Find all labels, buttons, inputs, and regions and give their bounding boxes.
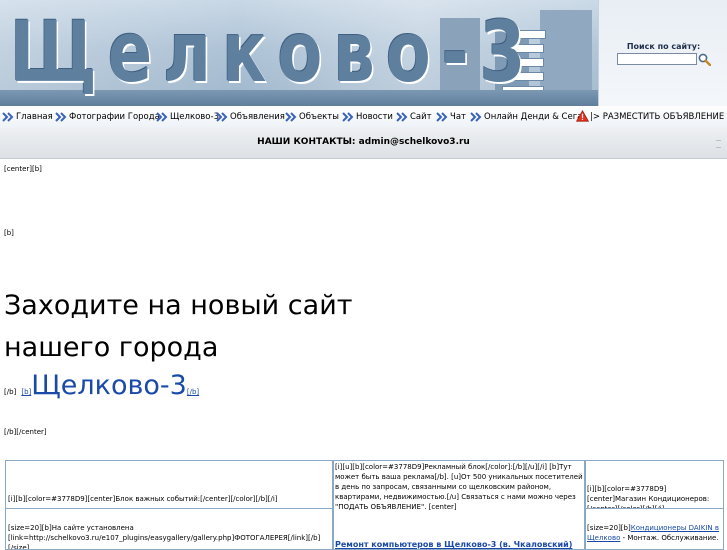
magnifier-icon[interactable] bbox=[698, 53, 711, 66]
headline-line-1: Заходите на новый сайт bbox=[4, 290, 353, 321]
bbcode-tag: [/b] bbox=[4, 388, 17, 396]
nav-item-schelkovo3[interactable]: Щелково-3 bbox=[170, 111, 219, 123]
block-title: [i][b][color=#3778D9][center]Блок важных… bbox=[8, 495, 278, 503]
search-label: Поиск по сайту: bbox=[626, 42, 701, 51]
site-banner[interactable]: Щелково-3 bbox=[0, 0, 598, 106]
nav-item-city-photos[interactable]: Фотографии Города bbox=[69, 111, 160, 123]
bbcode-tag-link[interactable]: [/b] bbox=[187, 388, 199, 396]
search-input[interactable] bbox=[617, 53, 697, 65]
search-panel: Поиск по сайту: bbox=[598, 0, 727, 106]
city-link-row: [/b] [b]Щелково-3[/b] bbox=[4, 370, 199, 402]
bbcode-tag-link[interactable]: [b] bbox=[21, 388, 31, 396]
important-events-block: [i][b][color=#3778D9][center]Блок важных… bbox=[5, 460, 333, 509]
double-chevron-right-icon bbox=[342, 112, 354, 122]
block-title: [i][b][color=#3778D9][center]Магазин Кон… bbox=[587, 485, 710, 509]
gallery-text[interactable]: [size=20][b]На сайте установлена [link=h… bbox=[8, 523, 330, 549]
contacts-text: НАШИ КОНТАКТЫ: admin@schelkovo3.ru bbox=[257, 137, 470, 147]
nav-item-news[interactable]: Новости bbox=[356, 111, 393, 123]
bbcode-tag: [/b][/center] bbox=[4, 428, 47, 436]
nav-item-objects[interactable]: Объекты bbox=[299, 111, 339, 123]
main-nav: Главная Фотографии Города Щелково-3 Объя… bbox=[0, 106, 727, 129]
ad-text: [i][u][b][color=#3778D9]Рекламный блок[/… bbox=[335, 463, 583, 511]
contacts-bar: НАШИ КОНТАКТЫ: admin@schelkovo3.ru bbox=[0, 128, 727, 159]
double-chevron-right-icon bbox=[55, 112, 67, 122]
bbcode-tag: [b] bbox=[4, 229, 14, 237]
new-site-link[interactable]: Щелково-3 bbox=[31, 370, 187, 401]
double-chevron-right-icon bbox=[216, 112, 228, 122]
bbcode-tag: [center][b] bbox=[4, 165, 42, 173]
nav-item-online-games[interactable]: Онлайн Денди & Сега bbox=[484, 111, 582, 123]
header: Щелково-3 Поиск по сайту: bbox=[0, 0, 727, 106]
banner-title: Щелково-3 bbox=[10, 3, 537, 101]
computer-repair-link[interactable]: Ремонт компьютеров в Щелково-3 (в. Чкало… bbox=[335, 540, 583, 549]
double-chevron-right-icon bbox=[156, 112, 168, 122]
grip-icon bbox=[716, 140, 721, 148]
bbcode-tag: [size=20][b] bbox=[587, 524, 631, 532]
gallery-block: [size=20][b]На сайте установлена [link=h… bbox=[5, 508, 333, 550]
nav-item-post-ad[interactable]: |> РАЗМЕСТИТЬ ОБЪЯВЛЕНИЕ <| bbox=[590, 111, 727, 123]
double-chevron-right-icon bbox=[470, 112, 482, 122]
double-chevron-right-icon bbox=[396, 112, 408, 122]
nav-item-chat[interactable]: Чат bbox=[450, 111, 466, 123]
headline-line-2: нашего города bbox=[4, 332, 219, 363]
nav-item-site[interactable]: Сайт bbox=[410, 111, 432, 123]
air-conditioner-shop-block: [i][b][color=#3778D9][center]Магазин Кон… bbox=[585, 460, 724, 509]
nav-item-home[interactable]: Главная bbox=[16, 111, 53, 123]
air-conditioner-ad: [size=20][b]Кондиционеры DAIKIN в Щелков… bbox=[587, 523, 722, 543]
nav-item-ads[interactable]: Объявления bbox=[230, 111, 285, 123]
double-chevron-right-icon bbox=[2, 112, 14, 122]
air-conditioner-ad-block: [size=20][b]Кондиционеры DAIKIN в Щелков… bbox=[585, 508, 724, 550]
ad-suffix: - Монтаж. Обслуживание. bbox=[620, 534, 719, 542]
warning-triangle-icon bbox=[576, 110, 589, 122]
double-chevron-right-icon bbox=[285, 112, 297, 122]
ad-block: [i][u][b][color=#3778D9]Рекламный блок[/… bbox=[333, 460, 585, 550]
double-chevron-right-icon bbox=[436, 112, 448, 122]
